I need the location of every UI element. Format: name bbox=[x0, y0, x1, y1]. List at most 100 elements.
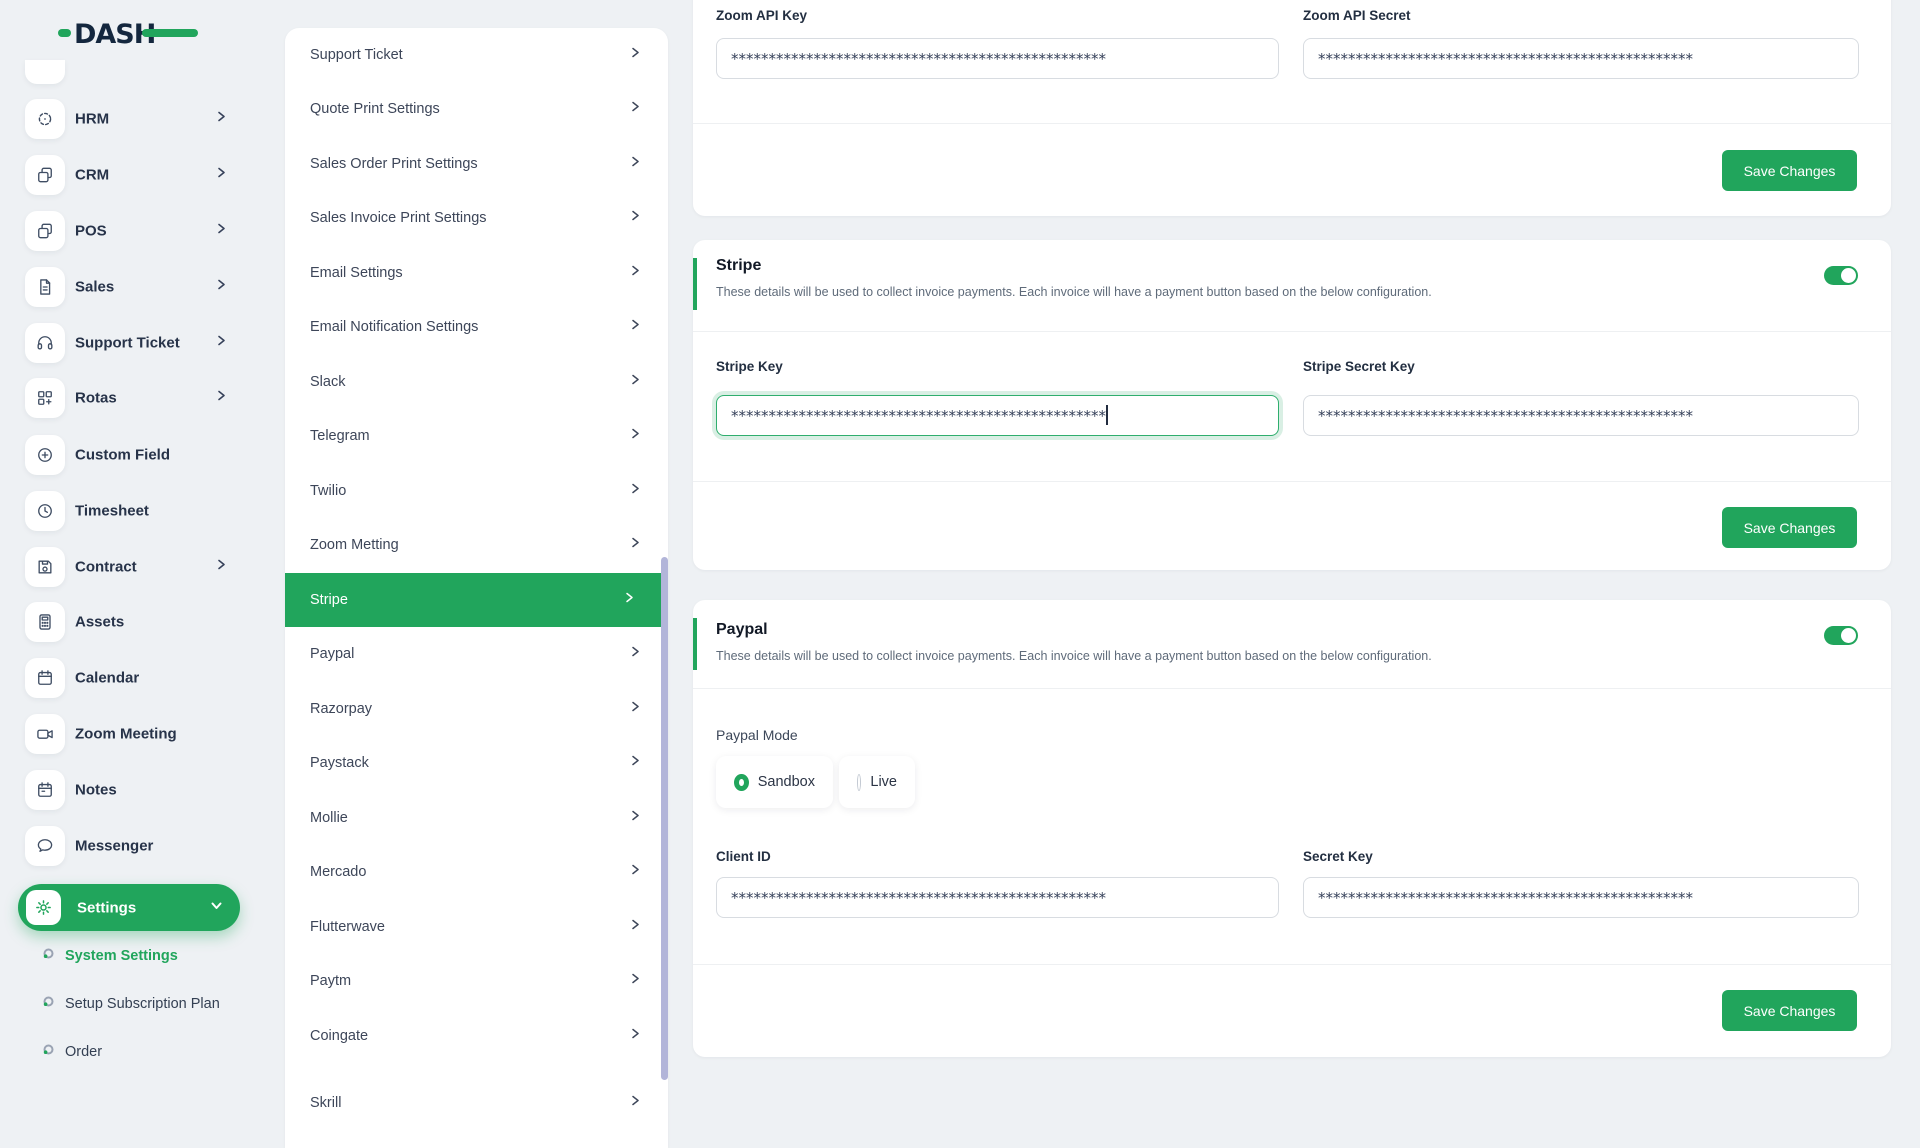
chevron-right-icon bbox=[218, 111, 225, 122]
sidebar-item-pos[interactable]: POS bbox=[0, 211, 245, 251]
chevron-right-icon bbox=[632, 47, 639, 58]
chevron-right-icon bbox=[632, 101, 639, 112]
menu-scrollbar-thumb[interactable] bbox=[661, 557, 668, 1080]
circle-plus-icon bbox=[38, 448, 52, 462]
sidebar-item-hrm[interactable]: HRM bbox=[0, 99, 245, 139]
secret-key-label: Secret Key bbox=[1303, 849, 1373, 864]
gear-icon bbox=[36, 900, 51, 915]
bullet-ring-icon bbox=[43, 1044, 54, 1055]
paypal-toggle[interactable] bbox=[1824, 626, 1858, 645]
chevron-right-icon bbox=[632, 483, 639, 494]
sidebar-subitem-order[interactable]: Order bbox=[34, 1037, 244, 1067]
menu-item-twilio[interactable]: Twilio bbox=[285, 464, 668, 518]
calculator-icon bbox=[39, 614, 51, 630]
menu-item-support-ticket[interactable]: Support Ticket bbox=[285, 28, 668, 82]
zoom-api-key-label: Zoom API Key bbox=[716, 8, 808, 23]
sidebar-item-crm[interactable]: CRM bbox=[0, 155, 245, 195]
chevron-right-icon bbox=[632, 810, 639, 821]
stripe-key-label: Stripe Key bbox=[716, 359, 783, 374]
menu-item-email-notification-settings[interactable]: Email Notification Settings bbox=[285, 300, 668, 354]
chevron-right-icon bbox=[632, 319, 639, 330]
stripe-settings-card: Stripe These details will be used to col… bbox=[693, 240, 1891, 570]
menu-item-razorpay[interactable]: Razorpay bbox=[285, 682, 668, 736]
sidebar-item-messenger[interactable]: Messenger bbox=[0, 826, 245, 866]
divider bbox=[693, 123, 1891, 124]
save-changes-button[interactable]: Save Changes bbox=[1722, 990, 1857, 1031]
menu-item-flutterwave[interactable]: Flutterwave bbox=[285, 900, 668, 954]
menu-item-sales-invoice-print-settings[interactable]: Sales Invoice Print Settings bbox=[285, 191, 668, 245]
chevron-right-icon bbox=[632, 156, 639, 167]
menu-item-skrill[interactable]: Skrill bbox=[285, 1063, 668, 1117]
menu-item-slack[interactable]: Slack bbox=[285, 355, 668, 409]
sidebar-item-notes[interactable]: Notes bbox=[0, 770, 245, 810]
chevron-right-icon bbox=[632, 919, 639, 930]
note-calendar-icon bbox=[38, 782, 52, 797]
menu-item-mollie[interactable]: Mollie bbox=[285, 791, 668, 845]
chevron-right-icon bbox=[632, 428, 639, 439]
paypal-card-title: Paypal bbox=[716, 621, 768, 638]
brand-logo[interactable]: DASH bbox=[58, 12, 208, 52]
stripe-toggle[interactable] bbox=[1824, 266, 1858, 285]
save-changes-button[interactable]: Save Changes bbox=[1722, 150, 1857, 191]
chevron-right-icon bbox=[218, 390, 225, 401]
chevron-right-icon bbox=[218, 559, 225, 570]
toggle-knob bbox=[1841, 628, 1856, 643]
settings-menu: Support Ticket Quote Print Settings Sale… bbox=[285, 28, 668, 1148]
radio-unselected-icon bbox=[857, 773, 862, 791]
sidebar-item-sales[interactable]: Sales bbox=[0, 267, 245, 307]
dash-logo-icon: DASH bbox=[58, 19, 198, 50]
zoom-api-secret-input[interactable] bbox=[1303, 38, 1859, 79]
chevron-right-icon bbox=[632, 1095, 639, 1106]
menu-item-paypal[interactable]: Paypal bbox=[285, 627, 668, 681]
menu-item-telegram[interactable]: Telegram bbox=[285, 409, 668, 463]
menu-item-paystack[interactable]: Paystack bbox=[285, 736, 668, 790]
client-id-label: Client ID bbox=[716, 849, 771, 864]
divider bbox=[693, 688, 1891, 689]
paypal-mode-sandbox-option[interactable]: Sandbox bbox=[716, 756, 833, 808]
radio-selected-icon bbox=[734, 773, 749, 791]
sidebar-item-zoom-meeting[interactable]: Zoom Meeting bbox=[0, 714, 245, 754]
sidebar-subitem-setup-subscription-plan[interactable]: Setup Subscription Plan bbox=[34, 989, 244, 1019]
menu-item-paytm[interactable]: Paytm bbox=[285, 954, 668, 1008]
save-changes-button[interactable]: Save Changes bbox=[1722, 507, 1857, 548]
sidebar-item-settings[interactable]: Settings bbox=[18, 884, 240, 931]
grid-plus-icon bbox=[38, 391, 52, 405]
sidebar-item-contract[interactable]: Contract bbox=[0, 547, 245, 587]
chevron-right-icon bbox=[218, 279, 225, 290]
file-text-icon bbox=[40, 279, 51, 295]
menu-item-coingate[interactable]: Coingate bbox=[285, 1009, 668, 1063]
stripe-key-input[interactable] bbox=[716, 395, 1279, 436]
stripe-secret-key-input[interactable] bbox=[1303, 395, 1859, 436]
menu-item-zoom-metting[interactable]: Zoom Metting bbox=[285, 518, 668, 572]
secret-key-input[interactable] bbox=[1303, 877, 1859, 918]
copy-icon bbox=[38, 167, 52, 183]
sidebar-item-support-ticket[interactable]: Support Ticket bbox=[0, 323, 245, 363]
sidebar-item-rotas[interactable]: Rotas bbox=[0, 378, 245, 418]
menu-item-mercado[interactable]: Mercado bbox=[285, 845, 668, 899]
chevron-right-icon bbox=[632, 265, 639, 276]
chevron-right-icon bbox=[626, 592, 633, 603]
sidebar-item-timesheet[interactable]: Timesheet bbox=[0, 491, 245, 531]
client-id-input[interactable] bbox=[716, 877, 1279, 918]
stripe-secret-key-label: Stripe Secret Key bbox=[1303, 359, 1415, 374]
menu-item-stripe[interactable]: Stripe bbox=[285, 573, 662, 627]
sidebar-subitem-system-settings[interactable]: System Settings bbox=[34, 941, 244, 971]
menu-item-quote-print-settings[interactable]: Quote Print Settings bbox=[285, 82, 668, 136]
paypal-mode-label: Paypal Mode bbox=[716, 727, 798, 743]
menu-item-sales-order-print-settings[interactable]: Sales Order Print Settings bbox=[285, 137, 668, 191]
zoom-settings-card: Zoom API Key Zoom API Secret Save Change… bbox=[693, 0, 1891, 216]
chevron-right-icon bbox=[632, 973, 639, 984]
chevron-right-icon bbox=[632, 374, 639, 385]
zoom-api-secret-label: Zoom API Secret bbox=[1303, 8, 1411, 23]
target-icon bbox=[38, 112, 52, 126]
zoom-api-key-input[interactable] bbox=[716, 38, 1279, 79]
chevron-right-icon bbox=[632, 701, 639, 712]
chevron-right-icon bbox=[632, 646, 639, 657]
paypal-mode-live-option[interactable]: Live bbox=[839, 756, 915, 808]
partial-nav-tile bbox=[25, 60, 65, 84]
menu-item-email-settings[interactable]: Email Settings bbox=[285, 246, 668, 300]
sidebar-item-assets[interactable]: Assets bbox=[0, 602, 245, 642]
paypal-card-description: These details will be used to collect in… bbox=[716, 649, 1432, 663]
sidebar-item-calendar[interactable]: Calendar bbox=[0, 658, 245, 698]
sidebar-item-custom-field[interactable]: Custom Field bbox=[0, 435, 245, 475]
